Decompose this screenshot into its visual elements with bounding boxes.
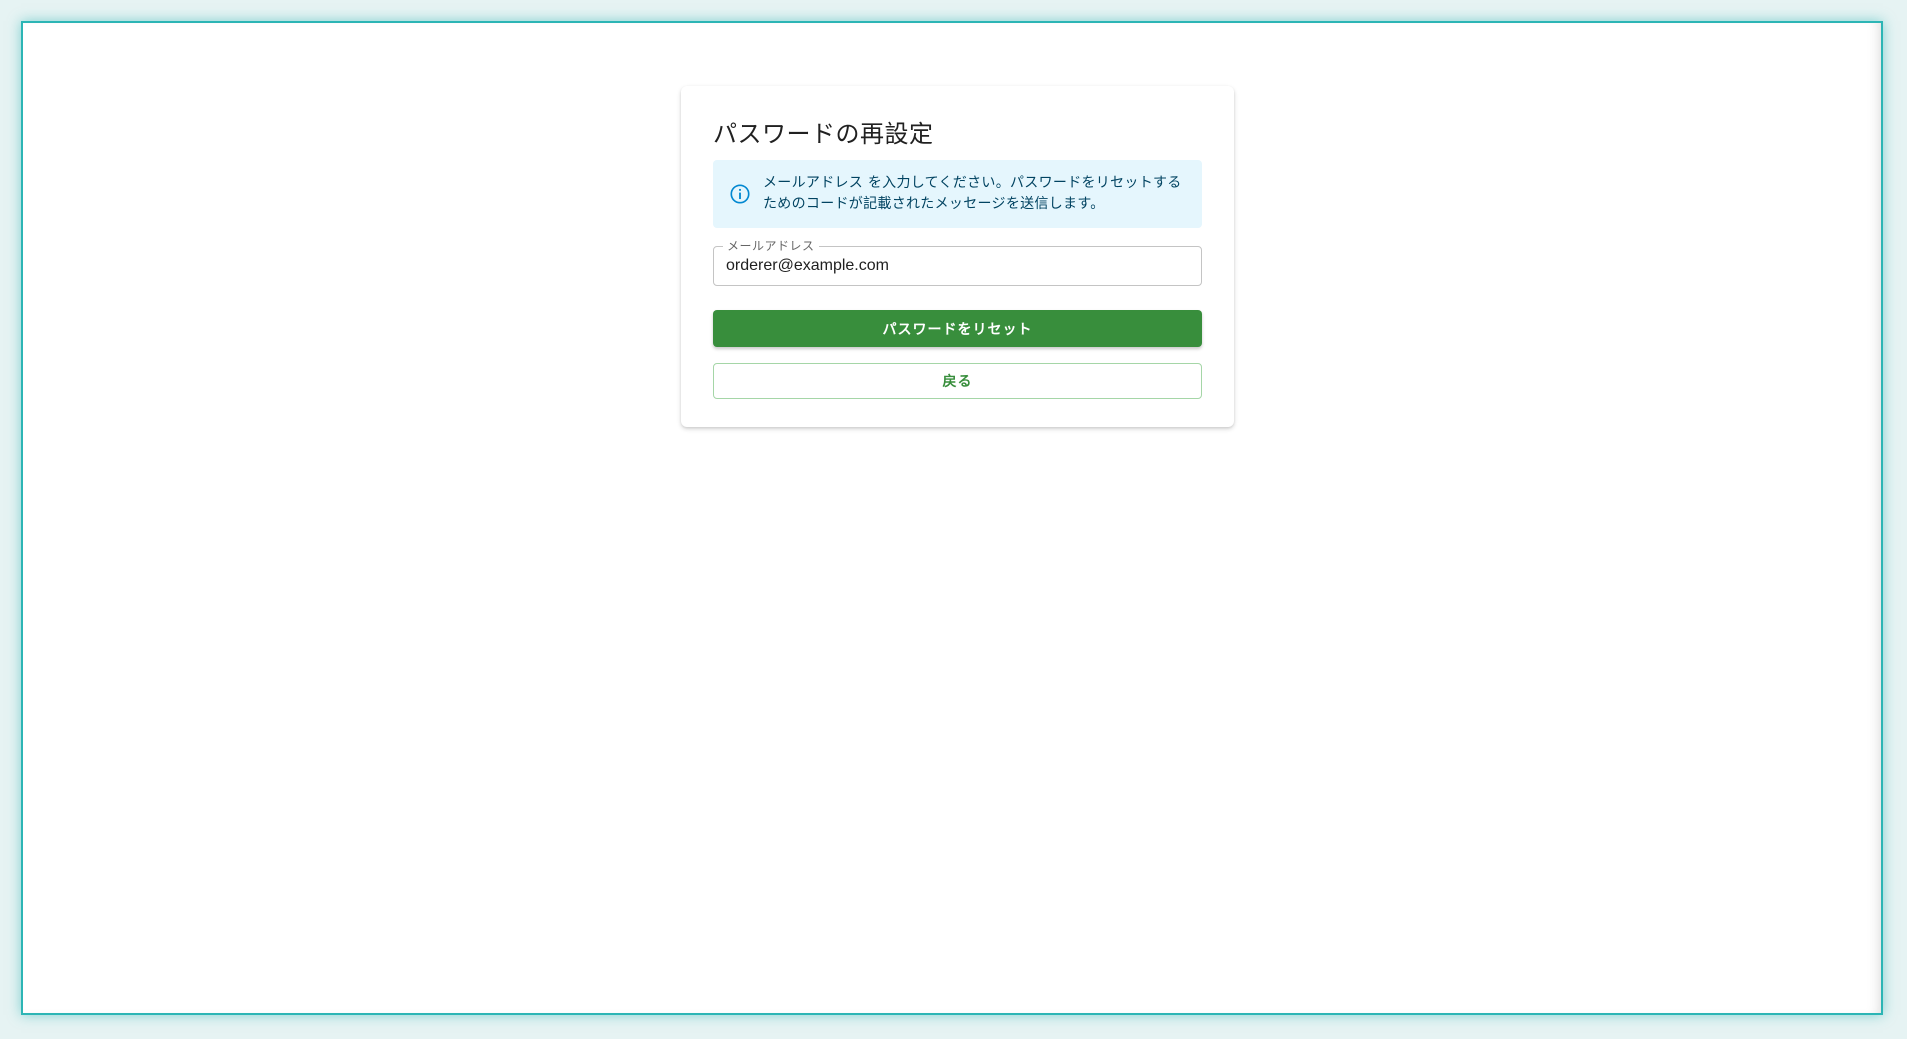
back-button[interactable]: 戻る [713,363,1202,399]
reset-password-button[interactable]: パスワードをリセット [713,310,1202,347]
alert-message: メールアドレス を入力してください。パスワードをリセットするためのコードが記載さ… [763,175,1182,212]
reset-password-card: パスワードの再設定 メールアドレス を入力してください。パスワードをリセットする… [681,86,1234,427]
info-icon [729,183,751,205]
email-field[interactable]: メールアドレス [713,239,1202,286]
email-field-label: メールアドレス [723,239,819,253]
info-alert: メールアドレス を入力してください。パスワードをリセットするためのコードが記載さ… [713,160,1202,228]
page-title: パスワードの再設定 [713,120,934,148]
browser-viewport: パスワードの再設定 メールアドレス を入力してください。パスワードをリセットする… [21,21,1883,1015]
